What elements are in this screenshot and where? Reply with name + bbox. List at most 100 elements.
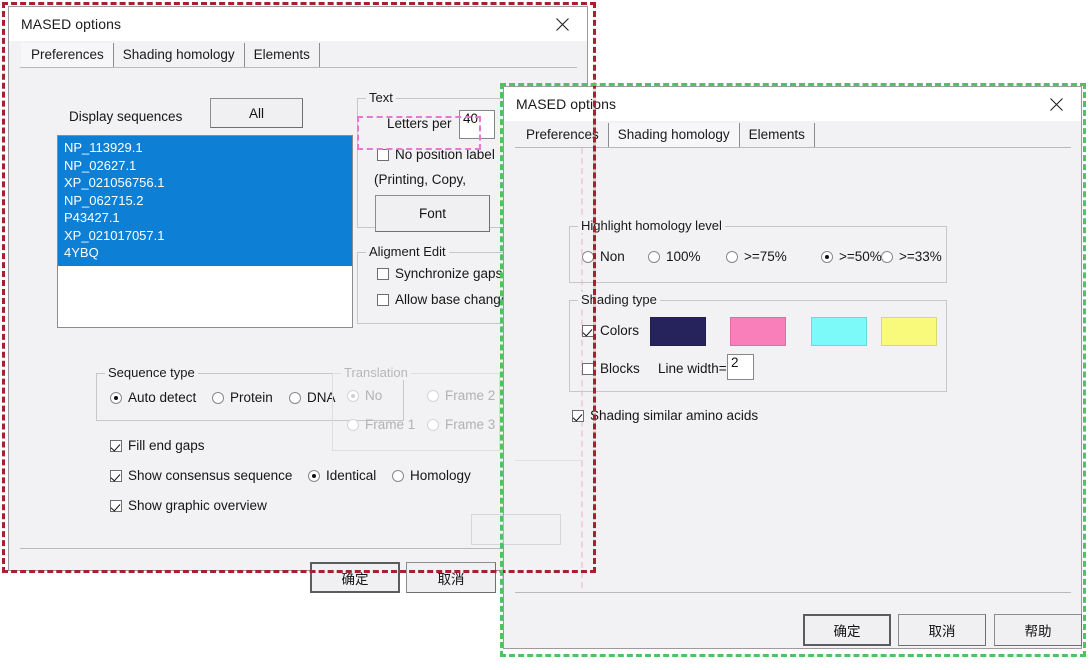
radio-frame-1-label: Frame 1 — [365, 417, 416, 432]
shading-type-groupbox: Shading type Colors Blocks Line width= 2 — [569, 292, 947, 392]
letters-per-input[interactable]: 40 — [459, 110, 495, 139]
all-button[interactable]: All — [210, 98, 303, 128]
list-item[interactable]: NP_113929.1 — [58, 139, 352, 157]
tab-shading-homology[interactable]: Shading homology — [114, 43, 245, 67]
color-swatch-1[interactable] — [650, 317, 706, 346]
shading-similar-label: Shading similar amino acids — [590, 408, 759, 423]
text-group-title: Text — [366, 90, 396, 105]
radio-100[interactable] — [648, 250, 660, 263]
list-item[interactable]: 4YBQ — [58, 244, 352, 262]
dialog2-titlebar: MASED options — [504, 87, 1081, 121]
radio-protein-label: Protein — [230, 390, 273, 405]
dialog1-titlebar: MASED options — [9, 7, 587, 41]
cancel-button[interactable]: 取消 — [406, 562, 496, 593]
radio-gte-75-label: >=75% — [744, 249, 787, 264]
radio-auto-detect-label: Auto detect — [128, 390, 197, 405]
radio-non-label: Non — [600, 249, 625, 264]
dialog1-tabpage: Display sequences All NP_113929.1 NP_026… — [20, 67, 592, 593]
radio-protein[interactable] — [212, 391, 224, 404]
highlight-homology-group-title: Highlight homology level — [578, 218, 725, 233]
tab-preferences[interactable]: Preferences — [516, 123, 609, 147]
show-consensus-label: Show consensus sequence — [128, 468, 293, 483]
list-item[interactable]: XP_021017057.1 — [58, 227, 352, 245]
no-position-label-checkbox[interactable] — [377, 148, 389, 161]
radio-non[interactable] — [582, 250, 594, 263]
help-button[interactable]: 帮助 — [994, 614, 1082, 646]
radio-frame-3-label: Frame 3 — [445, 417, 496, 432]
tab-shading-homology[interactable]: Shading homology — [608, 123, 740, 147]
radio-dna[interactable] — [289, 391, 301, 404]
translation-groupbox: Translation No Frame 2 Frame 1 Frame 3 — [332, 365, 500, 451]
synchronize-gaps-checkbox[interactable] — [377, 267, 389, 280]
mased-options-dialog-preferences[interactable]: MASED options Preferences Shading homolo… — [8, 6, 592, 593]
radio-auto-detect[interactable] — [110, 391, 122, 404]
color-swatch-4[interactable] — [881, 317, 937, 346]
color-swatch-3[interactable] — [811, 317, 867, 346]
blocks-checkbox[interactable] — [582, 362, 594, 375]
radio-frame-3 — [427, 418, 439, 431]
ok-button[interactable]: 确定 — [310, 562, 400, 593]
radio-gte-50-label: >=50% — [839, 249, 882, 264]
screenshot-stage: MASED options Preferences Shading homolo… — [0, 0, 1090, 670]
letters-per-label: Letters per — [387, 116, 452, 131]
radio-gte-50[interactable] — [821, 250, 833, 263]
list-item[interactable]: NP_02627.1 — [58, 157, 352, 175]
tab-preferences[interactable]: Preferences — [21, 43, 114, 67]
line-width-input[interactable]: 2 — [727, 354, 754, 380]
blocks-label: Blocks — [600, 361, 640, 376]
radio-gte-33-label: >=33% — [899, 249, 942, 264]
radio-frame-2-label: Frame 2 — [445, 388, 496, 403]
sequence-list[interactable]: NP_113929.1 NP_02627.1 XP_021056756.1 NP… — [57, 135, 353, 328]
ok-button[interactable]: 确定 — [803, 614, 891, 646]
no-position-label-text: No position label — [395, 147, 495, 162]
dialog2-footer-divider — [515, 592, 1071, 593]
radio-identical[interactable] — [308, 469, 320, 482]
font-button[interactable]: Font — [375, 195, 490, 232]
list-item[interactable]: XP_021056756.1 — [58, 174, 352, 192]
shading-type-group-title: Shading type — [578, 292, 660, 307]
dialog1-title: MASED options — [21, 16, 122, 32]
close-icon[interactable] — [1037, 90, 1075, 118]
sequence-selection[interactable]: NP_113929.1 NP_02627.1 XP_021056756.1 NP… — [58, 136, 352, 266]
radio-translation-no-label: No — [365, 388, 383, 403]
show-consensus-checkbox[interactable] — [110, 469, 122, 482]
colors-label: Colors — [600, 323, 640, 338]
display-sequences-label: Display sequences — [69, 109, 183, 124]
radio-frame-1 — [347, 418, 359, 431]
radio-homology-label: Homology — [410, 468, 471, 483]
radio-gte-75[interactable] — [726, 250, 738, 263]
dialog2-title: MASED options — [516, 96, 617, 112]
list-item[interactable]: NP_062715.2 — [58, 192, 352, 210]
alignment-edit-group-title: Aligment Edit — [366, 244, 449, 259]
allow-base-change-checkbox[interactable] — [377, 293, 389, 306]
sequence-type-group-title: Sequence type — [105, 365, 198, 380]
dialog1-footer-divider — [20, 548, 577, 549]
synchronize-gaps-label: Synchronize gaps — [395, 266, 503, 281]
alignment-edit-groupbox: Aligment Edit Synchronize gaps Allow bas… — [357, 244, 509, 324]
list-item[interactable]: P43427.1 — [58, 209, 352, 227]
radio-100-label: 100% — [666, 249, 701, 264]
cancel-button[interactable]: 取消 — [898, 614, 986, 646]
show-graphic-overview-checkbox[interactable] — [110, 499, 122, 512]
highlight-homology-groupbox: Highlight homology level Non 100% >=75% … — [569, 218, 947, 283]
fill-end-gaps-checkbox[interactable] — [110, 439, 122, 452]
tab-elements[interactable]: Elements — [245, 43, 320, 67]
radio-homology[interactable] — [392, 469, 404, 482]
radio-frame-2 — [427, 389, 439, 402]
radio-identical-label: Identical — [326, 468, 377, 483]
mased-options-dialog-shading[interactable]: MASED options Preferences Shading homolo… — [471, 86, 1082, 649]
shading-similar-checkbox[interactable] — [572, 409, 584, 422]
tab-elements[interactable]: Elements — [740, 123, 815, 147]
radio-translation-no — [347, 389, 359, 402]
dialog2-tabpage: Highlight homology level Non 100% >=75% … — [471, 147, 1082, 648]
dialog1-tabstrip[interactable]: Preferences Shading homology Elements — [9, 41, 587, 67]
allow-base-change-label: Allow base change — [395, 292, 509, 307]
colors-checkbox[interactable] — [582, 324, 594, 337]
color-swatch-2[interactable] — [730, 317, 786, 346]
translation-group-title: Translation — [341, 365, 411, 380]
radio-gte-33[interactable] — [881, 250, 893, 263]
close-icon[interactable] — [543, 10, 581, 38]
dialog2-tabstrip[interactable]: Preferences Shading homology Elements — [504, 121, 1081, 147]
show-graphic-overview-label: Show graphic overview — [128, 498, 267, 513]
dialog1-ghost-region — [471, 460, 583, 588]
